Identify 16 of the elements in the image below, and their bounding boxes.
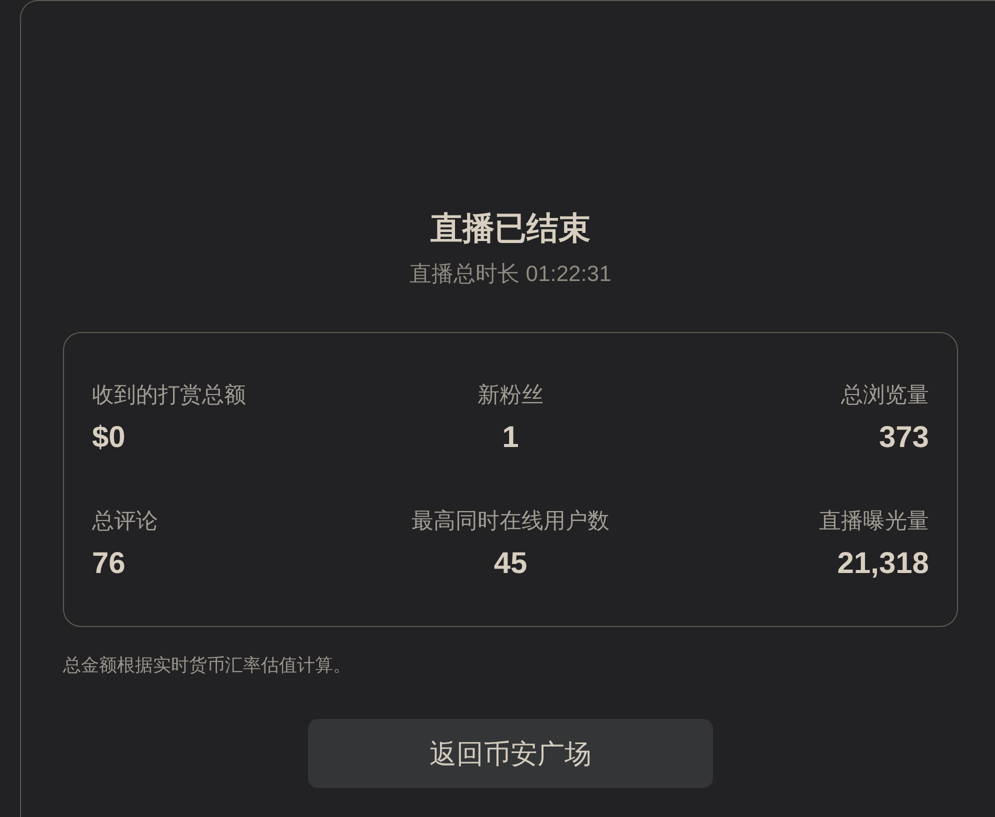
stat-value: $0 bbox=[92, 420, 126, 456]
stat-label: 新粉丝 bbox=[478, 381, 544, 409]
stat-value: 1 bbox=[502, 420, 519, 456]
back-to-square-button[interactable]: 返回币安广场 bbox=[308, 719, 713, 788]
currency-note: 总金额根据实时货币汇率估值计算。 bbox=[63, 654, 352, 677]
stream-ended-title: 直播已结束 bbox=[430, 209, 590, 248]
stat-label: 最高同时在线用户数 bbox=[412, 507, 610, 535]
stat-label: 总浏览量 bbox=[841, 381, 929, 409]
stat-label: 总评论 bbox=[92, 507, 158, 535]
stream-duration-text: 直播总时长 01:22:31 bbox=[410, 260, 612, 288]
stat-value: 76 bbox=[92, 546, 126, 582]
stat-value: 373 bbox=[878, 420, 929, 456]
stat-label: 收到的打赏总额 bbox=[92, 381, 246, 409]
stat-label: 直播曝光量 bbox=[819, 507, 929, 535]
stat-value: 21,318 bbox=[837, 546, 929, 582]
stat-value: 45 bbox=[494, 546, 528, 582]
